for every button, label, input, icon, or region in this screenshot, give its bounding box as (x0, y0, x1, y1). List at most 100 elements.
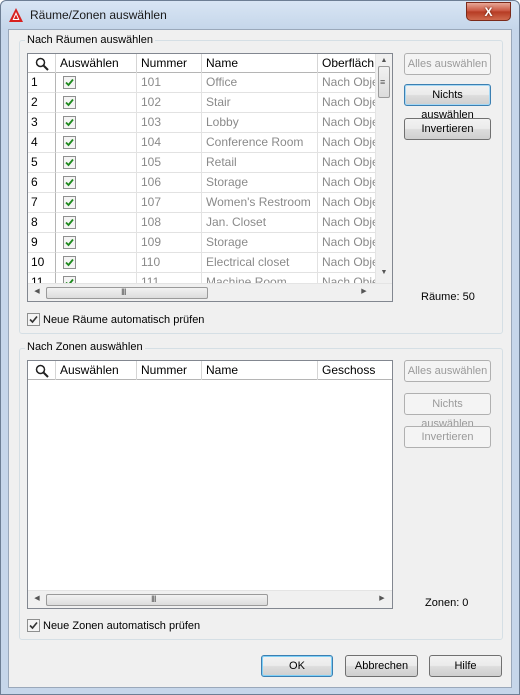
zones-auto-check-checkbox[interactable] (27, 619, 40, 632)
row-select-checkbox[interactable] (63, 116, 76, 129)
room-surface-cell[interactable]: Nach Obje (318, 153, 376, 173)
table-row[interactable]: 10 110 Electrical closet Nach Obje (28, 253, 376, 273)
zones-select-none-button[interactable]: Nichts auswählen (404, 393, 491, 430)
table-row[interactable]: 1 101 Office Nach Obje (28, 73, 376, 93)
zones-grid[interactable]: Auswählen Nummer Name Geschoss ◀ III ▶ (27, 360, 393, 609)
row-number[interactable]: 2 (28, 93, 56, 113)
rooms-select-all-button[interactable]: Alles auswählen (404, 53, 491, 75)
row-number[interactable]: 8 (28, 213, 56, 233)
rooms-vscroll-thumb[interactable]: ≡ (378, 66, 390, 98)
rooms-select-none-button[interactable]: Nichts auswählen (404, 84, 491, 121)
room-number-cell[interactable]: 106 (137, 173, 202, 193)
room-name-cell[interactable]: Lobby (202, 113, 318, 133)
room-name-cell[interactable]: Storage (202, 233, 318, 253)
room-surface-cell[interactable]: Nach Obje (318, 193, 376, 213)
row-select-checkbox[interactable] (63, 136, 76, 149)
room-name-cell[interactable]: Women's Restroom (202, 193, 318, 213)
select-cell[interactable] (56, 153, 137, 173)
rooms-col-name[interactable]: Name (202, 54, 318, 73)
room-surface-cell[interactable]: Nach Obje (318, 133, 376, 153)
room-surface-cell[interactable]: Nach Obje (318, 253, 376, 273)
rooms-invert-button[interactable]: Invertieren (404, 118, 491, 140)
rooms-hscroll-thumb[interactable]: III (46, 287, 208, 299)
row-number[interactable]: 5 (28, 153, 56, 173)
select-cell[interactable] (56, 233, 137, 253)
select-cell[interactable] (56, 253, 137, 273)
table-row[interactable]: 3 103 Lobby Nach Obje (28, 113, 376, 133)
rooms-col-surface[interactable]: Oberfläch (318, 54, 376, 73)
row-select-checkbox[interactable] (63, 196, 76, 209)
table-row[interactable]: 6 106 Storage Nach Obje (28, 173, 376, 193)
row-select-checkbox[interactable] (63, 176, 76, 189)
room-number-cell[interactable]: 104 (137, 133, 202, 153)
select-cell[interactable] (56, 113, 137, 133)
zones-col-number[interactable]: Nummer (137, 361, 202, 380)
row-number[interactable]: 7 (28, 193, 56, 213)
close-button[interactable]: X (466, 2, 511, 21)
room-surface-cell[interactable]: Nach Obje (318, 213, 376, 233)
row-number[interactable]: 9 (28, 233, 56, 253)
room-name-cell[interactable]: Office (202, 73, 318, 93)
zones-hscroll-thumb[interactable]: III (46, 594, 268, 606)
scroll-left-arrow-icon[interactable]: ◀ (32, 287, 42, 297)
room-name-cell[interactable]: Stair (202, 93, 318, 113)
room-name-cell[interactable]: Storage (202, 173, 318, 193)
table-row[interactable]: 2 102 Stair Nach Obje (28, 93, 376, 113)
rooms-grid[interactable]: Auswählen Nummer Name Oberfläch 1 101 Offi… (27, 53, 393, 302)
search-icon[interactable] (35, 57, 49, 71)
room-number-cell[interactable]: 101 (137, 73, 202, 93)
room-name-cell[interactable]: Conference Room (202, 133, 318, 153)
cancel-button[interactable]: Abbrechen (345, 655, 418, 677)
room-surface-cell[interactable]: Nach Obje (318, 93, 376, 113)
help-button[interactable]: Hilfe (429, 655, 502, 677)
room-name-cell[interactable]: Retail (202, 153, 318, 173)
table-row[interactable]: 8 108 Jan. Closet Nach Obje (28, 213, 376, 233)
row-number[interactable]: 4 (28, 133, 56, 153)
rooms-col-number[interactable]: Nummer (137, 54, 202, 73)
zones-select-all-button[interactable]: Alles auswählen (404, 360, 491, 382)
room-number-cell[interactable]: 103 (137, 113, 202, 133)
table-row[interactable]: 5 105 Retail Nach Obje (28, 153, 376, 173)
room-name-cell[interactable]: Electrical closet (202, 253, 318, 273)
row-number[interactable]: 6 (28, 173, 56, 193)
zones-col-floor[interactable]: Geschoss (318, 361, 392, 380)
scroll-right-arrow-icon[interactable]: ▶ (359, 287, 369, 297)
scroll-left-arrow-icon[interactable]: ◀ (32, 594, 42, 604)
zones-auto-check-row[interactable]: Neue Zonen automatisch prüfen (27, 619, 200, 632)
row-select-checkbox[interactable] (63, 256, 76, 269)
room-number-cell[interactable]: 107 (137, 193, 202, 213)
select-cell[interactable] (56, 193, 137, 213)
rooms-col-select[interactable]: Auswählen (56, 54, 137, 73)
room-surface-cell[interactable]: Nach Obje (318, 73, 376, 93)
select-cell[interactable] (56, 73, 137, 93)
row-number[interactable]: 3 (28, 113, 56, 133)
ok-button[interactable]: OK (261, 655, 333, 677)
row-select-checkbox[interactable] (63, 96, 76, 109)
zones-col-select[interactable]: Auswählen (56, 361, 137, 380)
scroll-right-arrow-icon[interactable]: ▶ (377, 594, 387, 604)
zones-horizontal-scrollbar[interactable]: ◀ III ▶ (28, 590, 392, 608)
search-icon[interactable] (35, 364, 49, 378)
room-number-cell[interactable]: 102 (137, 93, 202, 113)
title-bar[interactable]: Räume/Zonen auswählen X (1, 1, 519, 29)
row-number[interactable]: 1 (28, 73, 56, 93)
row-select-checkbox[interactable] (63, 236, 76, 249)
select-cell[interactable] (56, 213, 137, 233)
room-surface-cell[interactable]: Nach Obje (318, 113, 376, 133)
scroll-up-arrow-icon[interactable]: ▲ (379, 56, 389, 66)
select-cell[interactable] (56, 173, 137, 193)
rooms-horizontal-scrollbar[interactable]: ◀ III ▶ (28, 283, 392, 301)
zones-search-header[interactable] (28, 361, 56, 380)
table-row[interactable]: 4 104 Conference Room Nach Obje (28, 133, 376, 153)
room-number-cell[interactable]: 110 (137, 253, 202, 273)
row-select-checkbox[interactable] (63, 76, 76, 89)
rooms-auto-check-checkbox[interactable] (27, 313, 40, 326)
room-number-cell[interactable]: 105 (137, 153, 202, 173)
select-cell[interactable] (56, 133, 137, 153)
rooms-search-header[interactable] (28, 54, 56, 73)
scroll-down-arrow-icon[interactable]: ▼ (379, 268, 389, 278)
room-number-cell[interactable]: 109 (137, 233, 202, 253)
room-name-cell[interactable]: Jan. Closet (202, 213, 318, 233)
table-row[interactable]: 7 107 Women's Restroom Nach Obje (28, 193, 376, 213)
rooms-auto-check-row[interactable]: Neue Räume automatisch prüfen (27, 313, 204, 326)
